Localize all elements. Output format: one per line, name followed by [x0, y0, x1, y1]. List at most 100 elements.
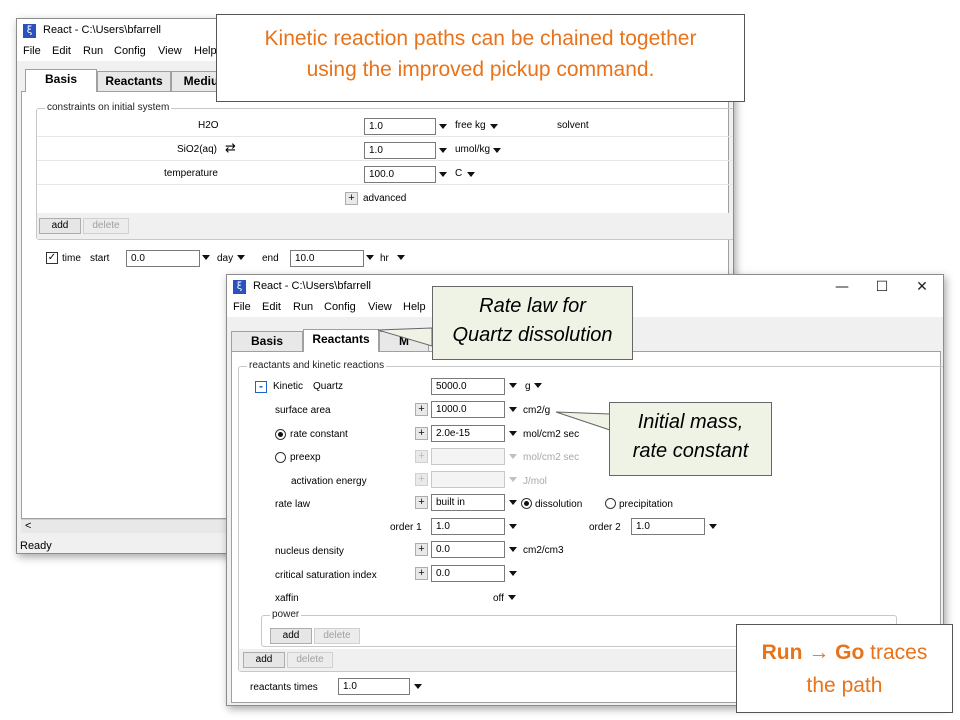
- end-value-field[interactable]: 10.0: [290, 250, 364, 267]
- temperature-label: temperature: [164, 168, 218, 179]
- add-button[interactable]: add: [39, 218, 81, 234]
- kinetic-unit-dropdown-icon[interactable]: [534, 383, 542, 388]
- order1-dropdown-icon[interactable]: [509, 524, 517, 529]
- collapse-kinetic-icon[interactable]: -: [255, 380, 267, 393]
- menu-run[interactable]: Run: [83, 45, 103, 57]
- temperature-value-dropdown-icon[interactable]: [439, 172, 447, 177]
- menu-file[interactable]: File: [23, 45, 41, 57]
- critical-saturation-label: critical saturation index: [275, 570, 377, 581]
- preexp-label: preexp: [290, 452, 321, 463]
- surface-area-dropdown-icon[interactable]: [509, 407, 517, 412]
- temperature-unit-dropdown-icon[interactable]: [467, 172, 475, 177]
- reactants-times-dropdown-icon[interactable]: [414, 684, 422, 689]
- menu-config[interactable]: Config: [114, 45, 146, 57]
- menu-edit[interactable]: Edit: [52, 45, 71, 57]
- order2-label: order 2: [589, 522, 621, 533]
- order2-field[interactable]: 1.0: [631, 518, 705, 535]
- rate-constant-label: rate constant: [290, 429, 348, 440]
- rate-law-field[interactable]: built in: [431, 494, 505, 511]
- h2o-unit-dropdown-icon[interactable]: [490, 124, 498, 129]
- xaffin-value[interactable]: off: [493, 593, 504, 604]
- scroll-left-icon[interactable]: <: [25, 520, 31, 532]
- initial-mass-callout: Initial mass, rate constant: [609, 402, 772, 476]
- sio2-value-field[interactable]: 1.0: [364, 142, 436, 159]
- h2o-note: solvent: [557, 120, 589, 131]
- order1-field[interactable]: 1.0: [431, 518, 505, 535]
- rate-constant-radio[interactable]: [275, 429, 286, 440]
- status-text: Ready: [20, 540, 52, 552]
- start-unit-dropdown-icon[interactable]: [237, 255, 245, 260]
- preexp-unit: mol/cm2 sec: [523, 452, 580, 463]
- front-menu-config[interactable]: Config: [324, 301, 356, 313]
- temperature-value-field[interactable]: 100.0: [364, 166, 436, 183]
- start-unit[interactable]: day: [217, 253, 233, 264]
- preexp-dropdown-icon: [509, 454, 517, 459]
- back-tab-reactants[interactable]: Reactants: [97, 71, 171, 91]
- menu-help[interactable]: Help: [194, 45, 217, 57]
- run-path-text: the path: [806, 674, 883, 697]
- menu-view[interactable]: View: [158, 45, 182, 57]
- rate-constant-dropdown-icon[interactable]: [509, 431, 517, 436]
- sio2-unit[interactable]: umol/kg: [455, 144, 490, 155]
- maximize-icon[interactable]: ☐: [865, 277, 899, 297]
- dissolution-radio[interactable]: [521, 498, 532, 509]
- critical-saturation-dropdown-icon[interactable]: [509, 571, 517, 576]
- front-menu-run[interactable]: Run: [293, 301, 313, 313]
- front-menu-view[interactable]: View: [368, 301, 392, 313]
- order2-dropdown-icon[interactable]: [709, 524, 717, 529]
- front-tab-basis[interactable]: Basis: [231, 331, 303, 351]
- preexp-plus-icon: +: [415, 450, 428, 463]
- rate-law-plus-icon[interactable]: +: [415, 496, 428, 509]
- sio2-unit-dropdown-icon[interactable]: [493, 148, 501, 153]
- critical-saturation-plus-icon[interactable]: +: [415, 567, 428, 580]
- power-add-button[interactable]: add: [270, 628, 312, 644]
- advanced-label[interactable]: advanced: [363, 193, 406, 204]
- surface-area-plus-icon[interactable]: +: [415, 403, 428, 416]
- time-checkbox[interactable]: ✓: [46, 252, 58, 264]
- reactants-group-label: reactants and kinetic reactions: [247, 360, 387, 371]
- row-temperature: temperature 100.0 C: [37, 163, 733, 185]
- front-menu-help[interactable]: Help: [403, 301, 426, 313]
- kinetic-mass-field[interactable]: 5000.0: [431, 378, 505, 395]
- delete-button[interactable]: delete: [83, 218, 129, 234]
- reactants-times-field[interactable]: 1.0: [338, 678, 410, 695]
- end-dropdown-icon[interactable]: [366, 255, 374, 260]
- minimize-icon[interactable]: —: [825, 277, 859, 297]
- kinetic-unit[interactable]: g: [525, 381, 531, 392]
- preexp-radio[interactable]: [275, 452, 286, 463]
- surface-area-field[interactable]: 1000.0: [431, 401, 505, 418]
- pickup-callout: Kinetic reaction paths can be chained to…: [216, 14, 745, 102]
- reactant-delete-button[interactable]: delete: [287, 652, 333, 668]
- activation-energy-dropdown-icon: [509, 477, 517, 482]
- critical-saturation-field[interactable]: 0.0: [431, 565, 505, 582]
- back-tab-basis[interactable]: Basis: [25, 69, 97, 92]
- rate-constant-plus-icon[interactable]: +: [415, 427, 428, 440]
- end-unit-dropdown-icon[interactable]: [397, 255, 405, 260]
- kinetic-mass-dropdown-icon[interactable]: [509, 383, 517, 388]
- front-menu-file[interactable]: File: [233, 301, 251, 313]
- xaffin-dropdown-icon[interactable]: [508, 595, 516, 600]
- sio2-value-dropdown-icon[interactable]: [439, 148, 447, 153]
- front-menu-edit[interactable]: Edit: [262, 301, 281, 313]
- end-unit[interactable]: hr: [380, 253, 389, 264]
- rate-law-dropdown-icon[interactable]: [509, 500, 517, 505]
- temperature-unit[interactable]: C: [455, 168, 462, 179]
- power-delete-button[interactable]: delete: [314, 628, 360, 644]
- advanced-expand-icon[interactable]: +: [345, 192, 358, 205]
- front-tab-more[interactable]: M: [379, 331, 429, 351]
- h2o-value-dropdown-icon[interactable]: [439, 124, 447, 129]
- reactant-add-button[interactable]: add: [243, 652, 285, 668]
- close-icon[interactable]: ✕: [905, 277, 939, 297]
- h2o-value-field[interactable]: 1.0: [364, 118, 436, 135]
- start-value-field[interactable]: 0.0: [126, 250, 200, 267]
- rate-constant-field[interactable]: 2.0e-15: [431, 425, 505, 442]
- swap-icon[interactable]: ⇄: [225, 141, 236, 156]
- front-tab-reactants[interactable]: Reactants: [303, 329, 379, 352]
- nucleus-density-dropdown-icon[interactable]: [509, 547, 517, 552]
- start-dropdown-icon[interactable]: [202, 255, 210, 260]
- reactants-times-label: reactants times: [250, 682, 318, 693]
- nucleus-density-field[interactable]: 0.0: [431, 541, 505, 558]
- h2o-unit[interactable]: free kg: [455, 120, 486, 131]
- precipitation-radio[interactable]: [605, 498, 616, 509]
- nucleus-density-plus-icon[interactable]: +: [415, 543, 428, 556]
